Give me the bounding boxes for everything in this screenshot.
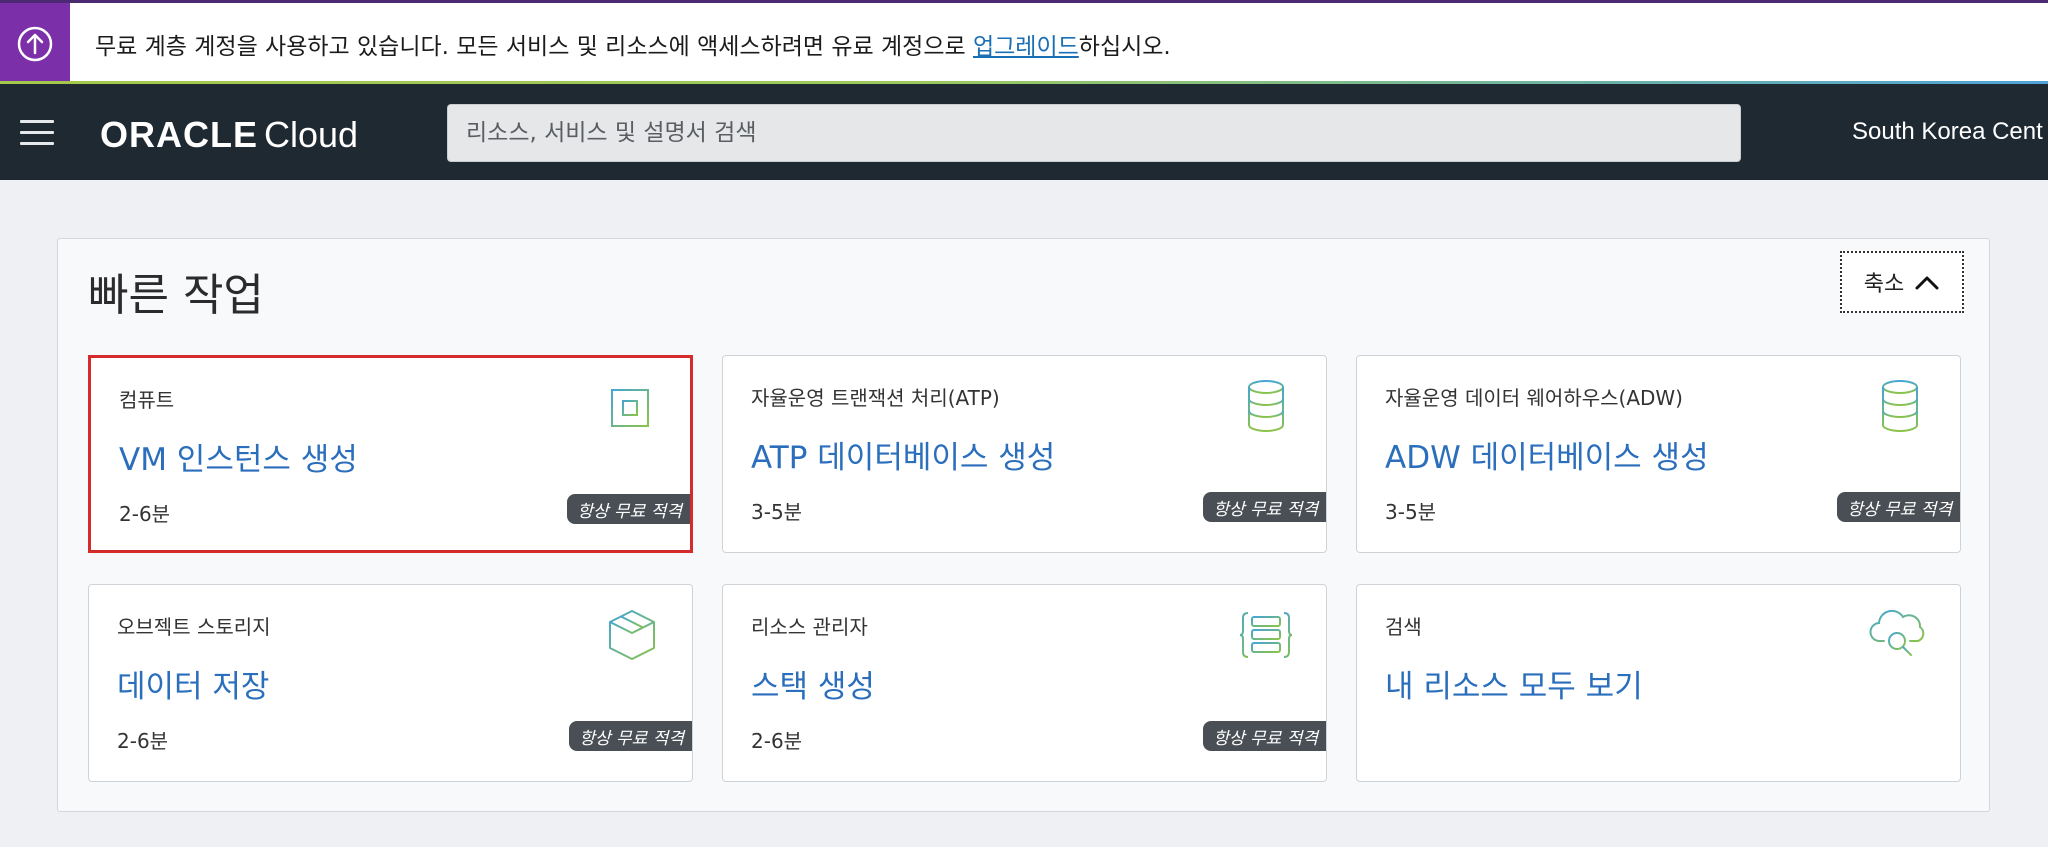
always-free-badge: 항상 무료 적격 [569, 721, 692, 751]
top-header: ORACLECloud South Korea Cent [0, 84, 2048, 180]
stack-icon [1239, 612, 1293, 658]
panel-title: 빠른 작업 [88, 270, 264, 321]
banner-text-before: 무료 계층 계정을 사용하고 있습니다. 모든 서비스 및 리소스에 액세스하려… [95, 34, 973, 60]
upgrade-arrow-icon [17, 26, 53, 61]
always-free-badge: 항상 무료 적격 [1837, 492, 1960, 522]
search-box[interactable] [447, 104, 1741, 162]
chevron-up-icon [1915, 276, 1939, 290]
box-icon [609, 610, 655, 660]
always-free-badge: 항상 무료 적격 [567, 494, 690, 524]
collapse-button[interactable]: 축소 [1840, 251, 1964, 313]
quick-actions-panel: 빠른 작업 축소 컴퓨트 VM 인스턴스 생성 2-6분 항상 무료 적격 자율… [57, 238, 1990, 812]
card-create-atp-database[interactable]: 자율운영 트랜잭션 처리(ATP) ATP 데이터베이스 생성 3-5분 항상 … [722, 355, 1327, 553]
logo-oracle-text: ORACLE [100, 114, 258, 155]
card-category: 컴퓨트 [119, 388, 175, 412]
card-view-all-resources[interactable]: 검색 내 리소스 모두 보기 [1356, 584, 1961, 782]
chip-icon [605, 383, 655, 433]
hamburger-menu-icon[interactable] [20, 120, 54, 146]
card-title-link[interactable]: ATP 데이터베이스 생성 [751, 432, 1055, 477]
card-title-link[interactable]: 데이터 저장 [117, 661, 269, 706]
region-selector[interactable]: South Korea Cent [1852, 118, 2043, 146]
banner-message: 무료 계층 계정을 사용하고 있습니다. 모든 서비스 및 리소스에 액세스하려… [95, 27, 1171, 61]
logo-cloud-text: Cloud [264, 114, 359, 155]
card-category: 검색 [1385, 615, 1422, 639]
always-free-badge: 항상 무료 적격 [1203, 492, 1326, 522]
card-category: 자율운영 트랜잭션 처리(ATP) [751, 386, 1000, 410]
card-time: 2-6분 [117, 729, 169, 753]
card-create-adw-database[interactable]: 자율운영 데이터 웨어하우스(ADW) ADW 데이터베이스 생성 3-5분 항… [1356, 355, 1961, 553]
card-category: 자율운영 데이터 웨어하우스(ADW) [1385, 386, 1683, 410]
card-create-vm-instance[interactable]: 컴퓨트 VM 인스턴스 생성 2-6분 항상 무료 적격 [88, 355, 693, 553]
card-category: 리소스 관리자 [751, 615, 868, 639]
card-create-stack[interactable]: 리소스 관리자 스택 생성 2-6분 항상 무료 적격 [722, 584, 1327, 782]
card-time: 3-5분 [751, 500, 803, 524]
card-time: 2-6분 [751, 729, 803, 753]
card-title-link[interactable]: ADW 데이터베이스 생성 [1385, 432, 1709, 477]
search-input[interactable] [464, 119, 1724, 147]
database-icon [1882, 380, 1918, 432]
card-time: 2-6분 [119, 502, 171, 526]
cloud-search-icon [1869, 609, 1925, 656]
always-free-badge: 항상 무료 적격 [1203, 721, 1326, 751]
upgrade-link[interactable]: 업그레이드 [973, 34, 1079, 60]
card-title-link[interactable]: VM 인스턴스 생성 [119, 434, 358, 479]
card-category: 오브젝트 스토리지 [117, 615, 271, 639]
card-title-link[interactable]: 스택 생성 [751, 661, 875, 706]
free-tier-banner: 무료 계층 계정을 사용하고 있습니다. 모든 서비스 및 리소스에 액세스하려… [0, 0, 2048, 87]
banner-text-after: 하십시오. [1078, 34, 1171, 60]
upgrade-icon-box [0, 3, 70, 84]
collapse-label: 축소 [1863, 272, 1905, 297]
card-store-data[interactable]: 오브젝트 스토리지 데이터 저장 2-6분 항상 무료 적격 [88, 584, 693, 782]
oracle-cloud-logo[interactable]: ORACLE Cloud [100, 114, 358, 156]
card-title-link[interactable]: 내 리소스 모두 보기 [1385, 661, 1643, 706]
card-time: 3-5분 [1385, 500, 1437, 524]
database-icon [1248, 380, 1284, 432]
